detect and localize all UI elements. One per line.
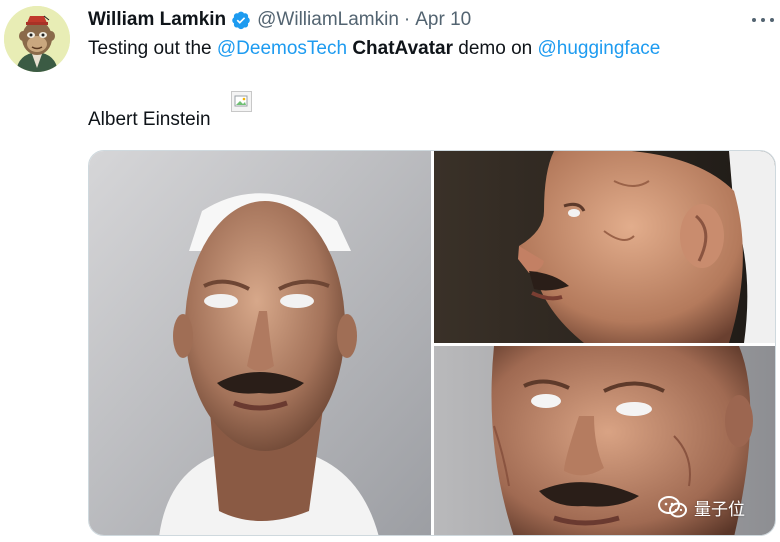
verified-badge-icon [231, 10, 251, 30]
watermark: 量子位 [658, 494, 745, 520]
mention-deemostech[interactable]: @DeemosTech [217, 38, 347, 59]
tweet-text-line-2: Albert Einstein [88, 109, 211, 130]
media-image-front[interactable] [89, 151, 431, 535]
wechat-icon [658, 496, 687, 518]
ape-avatar-icon [4, 6, 70, 72]
mention-huggingface[interactable]: @huggingface [538, 38, 661, 59]
author-name[interactable]: William Lamkin [88, 9, 226, 31]
more-horizontal-icon [752, 18, 756, 22]
broken-image-icon [231, 91, 252, 112]
tweet-date[interactable]: Apr 10 [415, 9, 471, 31]
tweet-text-bold: ChatAvatar [352, 38, 453, 59]
tweet-text-prefix: Testing out the [88, 38, 217, 59]
author-handle[interactable]: @WilliamLamkin [257, 9, 399, 31]
separator-dot: · [403, 9, 411, 30]
media-grid [88, 150, 776, 536]
tweet-text-line-1: Testing out the @DeemosTech ChatAvatar d… [88, 37, 660, 61]
tweet-header: William Lamkin @WilliamLamkin · Apr 10 [88, 8, 471, 32]
tweet-text-mid: demo on [453, 38, 538, 59]
media-image-profile[interactable] [434, 151, 775, 343]
author-avatar[interactable] [4, 6, 70, 72]
watermark-text: 量子位 [694, 499, 745, 520]
more-options-button[interactable] [752, 12, 774, 28]
